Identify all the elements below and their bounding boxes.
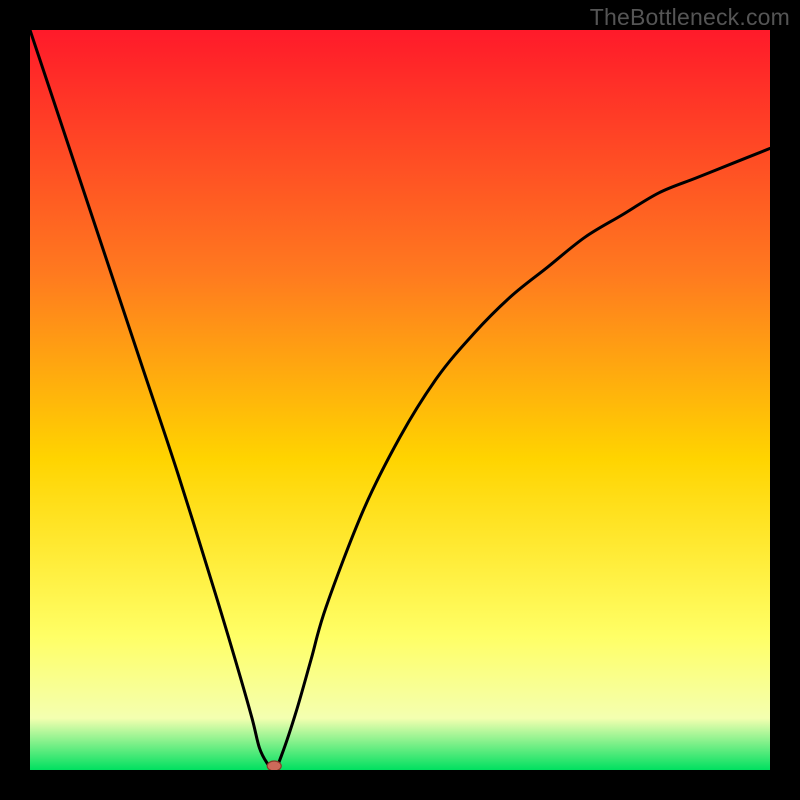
bottleneck-chart [30,30,770,770]
gradient-background [30,30,770,770]
attribution-text: TheBottleneck.com [590,4,790,31]
chart-frame: TheBottleneck.com [0,0,800,800]
optimal-point-marker [267,761,281,770]
